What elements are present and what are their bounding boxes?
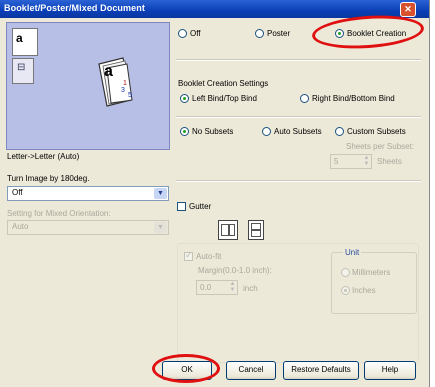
custom-subsets-radio[interactable] [335, 127, 344, 136]
gutter-layout-icon [218, 220, 238, 240]
rotate-label: Turn Image by 180deg. [7, 174, 90, 183]
gutter-layout-alt-icon [248, 220, 264, 240]
sheets-spinner[interactable]: 5 ▲ ▼ [330, 154, 372, 169]
bind-left-radio[interactable] [180, 94, 189, 103]
divider [176, 59, 421, 61]
restore-defaults-button[interactable]: Restore Defaults [283, 361, 359, 380]
highlight-oval-ok [152, 354, 220, 383]
margin-spinner[interactable]: 0.0 ▲ ▼ [196, 280, 238, 295]
gutter-label: Gutter [189, 202, 212, 211]
rotate-value: Off [12, 188, 23, 197]
unit-label: Unit [343, 248, 362, 257]
inches-label: Inches [352, 286, 376, 295]
close-icon[interactable]: ✕ [400, 2, 416, 17]
bind-right-label: Right Bind/Bottom Bind [312, 94, 395, 103]
mode-poster-label: Poster [267, 29, 291, 38]
booklet-dialog: Booklet/Poster/Mixed Document ✕ a ⊟ a 1 … [0, 0, 430, 387]
booklet-preview-icon [98, 57, 133, 107]
booklet-page-number: 1 [123, 80, 127, 87]
bind-left-label: Left Bind/Top Bind [192, 94, 257, 103]
cancel-button[interactable]: Cancel [226, 361, 276, 380]
preview-page-a-icon: a [12, 28, 38, 56]
preview-panel: a ⊟ a 1 3 5 [6, 22, 170, 150]
inches-radio[interactable] [341, 286, 350, 295]
mixed-select[interactable]: Auto ▼ [7, 220, 169, 235]
preview-caption: Letter->Letter (Auto) [7, 152, 80, 161]
bind-right-radio[interactable] [300, 94, 309, 103]
mode-poster-radio[interactable] [255, 29, 264, 38]
auto-subsets-radio[interactable] [262, 127, 271, 136]
booklet-settings-heading: Booklet Creation Settings [178, 79, 269, 88]
millimeters-label: Millimeters [352, 268, 391, 277]
preview-staple-icon: ⊟ [12, 58, 34, 84]
margin-unit: inch [243, 284, 258, 293]
mixed-label: Setting for Mixed Orientation: [7, 209, 111, 218]
rotate-select[interactable]: Off ▼ [7, 186, 169, 201]
divider [176, 180, 421, 182]
no-subsets-radio[interactable] [180, 127, 189, 136]
no-subsets-label: No Subsets [192, 127, 234, 136]
help-button[interactable]: Help [364, 361, 416, 380]
gutter-checkbox[interactable] [177, 202, 186, 211]
divider [176, 116, 421, 118]
chevron-down-icon[interactable]: ▼ [154, 222, 167, 233]
spin-arrows-icon[interactable]: ▲ ▼ [228, 281, 237, 294]
chevron-down-icon[interactable]: ▼ [154, 188, 167, 199]
mode-off-radio[interactable] [178, 29, 187, 38]
window-title: Booklet/Poster/Mixed Document [4, 3, 145, 13]
auto-subsets-label: Auto Subsets [274, 127, 322, 136]
millimeters-radio[interactable] [341, 268, 350, 277]
booklet-page-number: 3 [121, 87, 125, 94]
sheets-per-subset-label: Sheets per Subset: [346, 142, 415, 151]
sheets-value: 5 [334, 157, 339, 166]
unit-group [331, 252, 417, 314]
highlight-oval-booklet [311, 12, 425, 52]
booklet-page-glyph: a [104, 63, 113, 80]
spin-arrows-icon[interactable]: ▲ ▼ [362, 155, 371, 168]
auto-fit-checkbox[interactable]: ✓ [184, 250, 193, 261]
sheets-unit: Sheets [377, 157, 402, 166]
margin-value: 0.0 [200, 283, 212, 292]
margin-label: Margin(0.0-1.0 inch): [198, 266, 272, 275]
auto-fit-label: Auto-fit [196, 252, 222, 261]
custom-subsets-label: Custom Subsets [347, 127, 406, 136]
booklet-page-number: 5 [128, 92, 132, 99]
mode-off-label: Off [190, 29, 201, 38]
mixed-value: Auto [12, 222, 29, 231]
